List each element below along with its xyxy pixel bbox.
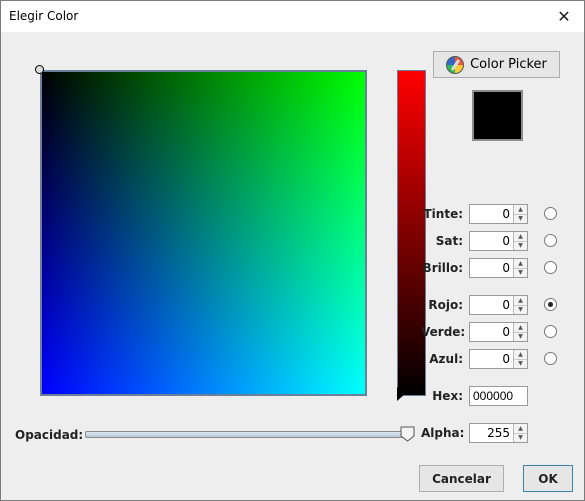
azul-down-arrow-icon[interactable]: ▼ xyxy=(514,359,527,368)
azul-label: Azul: xyxy=(429,352,463,366)
tinte-up-arrow-icon[interactable]: ▲ xyxy=(514,205,527,215)
brillo-radio[interactable] xyxy=(544,261,557,274)
color-picker-label: Color Picker xyxy=(470,57,547,72)
alpha-value[interactable]: 255 xyxy=(470,424,513,442)
sat-value[interactable]: 0 xyxy=(470,232,513,250)
tinte-down-arrow-icon[interactable]: ▼ xyxy=(514,214,527,223)
alpha-row: Alpha: 255 ▲ ▼ xyxy=(421,423,528,443)
color-preview-swatch xyxy=(472,90,523,141)
close-button[interactable]: ✕ xyxy=(544,1,584,32)
sat-label: Sat: xyxy=(435,234,463,248)
palette-icon xyxy=(446,55,465,74)
ok-button[interactable]: OK xyxy=(523,465,573,492)
field-row-sat: Sat: 0 ▲ ▼ xyxy=(421,231,528,251)
color-area[interactable] xyxy=(40,70,367,396)
field-row-rojo: Rojo: 0 ▲ ▼ xyxy=(421,295,528,315)
color-area-cursor[interactable] xyxy=(35,65,44,74)
brillo-spinner-arrows: ▲ ▼ xyxy=(513,259,527,277)
color-picker-button[interactable]: Color Picker xyxy=(433,51,560,78)
title-bar: Elegir Color ✕ xyxy=(1,1,584,32)
alpha-down-arrow-icon[interactable]: ▼ xyxy=(514,433,527,442)
hex-row: Hex: xyxy=(421,386,528,406)
azul-spinner[interactable]: 0 ▲ ▼ xyxy=(469,349,528,369)
sat-radio[interactable] xyxy=(544,234,557,247)
cancel-button[interactable]: Cancelar xyxy=(419,465,504,492)
brillo-label: Brillo: xyxy=(422,261,463,275)
opacity-slider-track[interactable] xyxy=(85,431,411,438)
field-row-brillo: Brillo: 0 ▲ ▼ xyxy=(421,258,528,278)
alpha-spinner[interactable]: 255 ▲ ▼ xyxy=(469,423,528,443)
azul-spinner-arrows: ▲ ▼ xyxy=(513,350,527,368)
alpha-label: Alpha: xyxy=(421,426,465,440)
azul-radio[interactable] xyxy=(544,352,557,365)
color-slider-marker[interactable] xyxy=(397,387,405,401)
verde-spinner-arrows: ▲ ▼ xyxy=(513,323,527,341)
alpha-spinner-arrows: ▲ ▼ xyxy=(513,424,527,442)
rojo-radio[interactable] xyxy=(544,298,557,311)
rojo-spinner-arrows: ▲ ▼ xyxy=(513,296,527,314)
tinte-spinner[interactable]: 0 ▲ ▼ xyxy=(469,204,528,224)
brillo-up-arrow-icon[interactable]: ▲ xyxy=(514,259,527,269)
verde-up-arrow-icon[interactable]: ▲ xyxy=(514,323,527,333)
color-chooser-dialog: Elegir Color ✕ Color Picker Tinte: 0 ▲ ▼… xyxy=(0,0,585,501)
sat-down-arrow-icon[interactable]: ▼ xyxy=(514,241,527,250)
brillo-spinner[interactable]: 0 ▲ ▼ xyxy=(469,258,528,278)
close-icon: ✕ xyxy=(557,7,571,26)
verde-spinner[interactable]: 0 ▲ ▼ xyxy=(469,322,528,342)
rojo-value[interactable]: 0 xyxy=(470,296,513,314)
sat-spinner-arrows: ▲ ▼ xyxy=(513,232,527,250)
hex-input[interactable] xyxy=(469,386,528,406)
azul-value[interactable]: 0 xyxy=(470,350,513,368)
field-row-verde: Verde: 0 ▲ ▼ xyxy=(421,322,528,342)
opacity-slider-thumb[interactable] xyxy=(400,426,415,442)
verde-down-arrow-icon[interactable]: ▼ xyxy=(514,332,527,341)
hex-label: Hex: xyxy=(432,389,463,403)
opacity-label: Opacidad: xyxy=(15,428,84,442)
rojo-down-arrow-icon[interactable]: ▼ xyxy=(514,305,527,314)
rojo-up-arrow-icon[interactable]: ▲ xyxy=(514,296,527,306)
field-row-azul: Azul: 0 ▲ ▼ xyxy=(421,349,528,369)
field-row-tinte: Tinte: 0 ▲ ▼ xyxy=(421,204,528,224)
tinte-radio[interactable] xyxy=(544,207,557,220)
color-area-overlay xyxy=(42,72,365,394)
rojo-spinner[interactable]: 0 ▲ ▼ xyxy=(469,295,528,315)
brillo-down-arrow-icon[interactable]: ▼ xyxy=(514,268,527,277)
verde-value[interactable]: 0 xyxy=(470,323,513,341)
brillo-value[interactable]: 0 xyxy=(470,259,513,277)
sat-spinner[interactable]: 0 ▲ ▼ xyxy=(469,231,528,251)
verde-radio[interactable] xyxy=(544,325,557,338)
tinte-label: Tinte: xyxy=(423,207,463,221)
tinte-value[interactable]: 0 xyxy=(470,205,513,223)
sat-up-arrow-icon[interactable]: ▲ xyxy=(514,232,527,242)
tinte-spinner-arrows: ▲ ▼ xyxy=(513,205,527,223)
rojo-label: Rojo: xyxy=(428,298,463,312)
verde-label: Verde: xyxy=(421,325,466,339)
azul-up-arrow-icon[interactable]: ▲ xyxy=(514,350,527,360)
window-title: Elegir Color xyxy=(9,9,79,23)
alpha-up-arrow-icon[interactable]: ▲ xyxy=(514,424,527,434)
